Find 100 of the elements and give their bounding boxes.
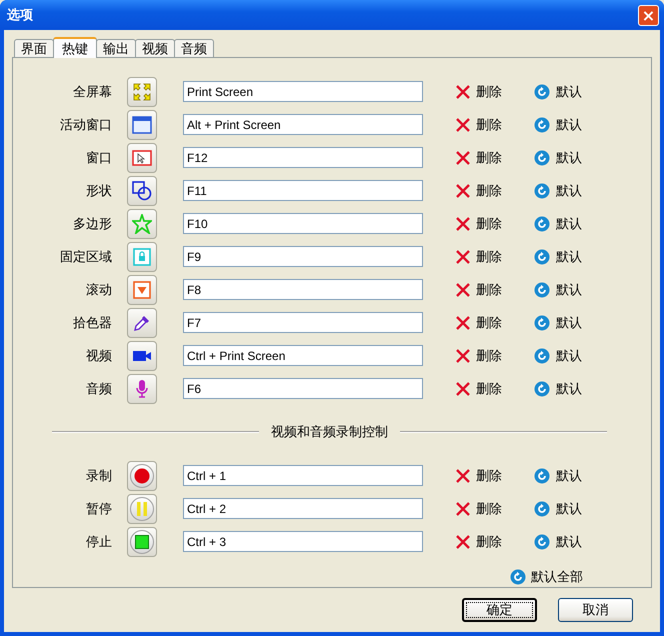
default-button[interactable]: 默认 <box>534 182 582 200</box>
default-all-button[interactable]: 默认全部 <box>510 568 583 586</box>
delete-icon <box>456 534 470 548</box>
tab[interactable]: 音频 <box>174 39 214 57</box>
capture-mode-button[interactable] <box>127 460 157 490</box>
hotkey-label: 全屏幕 <box>72 84 112 100</box>
capture-mode-button[interactable] <box>127 110 157 140</box>
reset-icon <box>534 216 550 232</box>
capture-mode-button[interactable] <box>127 308 157 338</box>
square-circle-icon <box>132 180 152 200</box>
hotkey-field[interactable]: Ctrl + 3 <box>183 531 423 552</box>
reset-icon <box>534 282 550 298</box>
default-button[interactable]: 默认 <box>534 346 582 364</box>
delete-button[interactable]: 删除 <box>456 280 528 298</box>
reset-icon <box>510 569 526 585</box>
hotkey-field[interactable]: F11 <box>183 180 423 201</box>
cursor-frame-icon <box>132 150 152 166</box>
close-button[interactable]: × <box>638 4 659 26</box>
hotkey-label: 音频 <box>85 380 112 398</box>
hotkey-field[interactable]: F6 <box>183 378 423 399</box>
delete-icon <box>456 468 470 482</box>
arrows-icon <box>133 82 151 100</box>
star-icon <box>132 214 152 234</box>
default-button[interactable]: 默认 <box>534 466 582 484</box>
delete-icon <box>456 84 470 98</box>
tab[interactable]: 输出 <box>96 39 136 57</box>
section-title: 视频和音频录制控制 <box>270 424 389 441</box>
hotkey-field[interactable]: Alt + Print Screen <box>183 114 423 135</box>
delete-button[interactable]: 删除 <box>456 500 528 518</box>
default-button[interactable]: 默认 <box>534 280 582 298</box>
hotkey-field[interactable]: Ctrl + Print Screen <box>183 345 423 366</box>
window-title: 选项 <box>7 7 34 24</box>
delete-button[interactable]: 删除 <box>456 182 528 200</box>
hotkey-field[interactable]: Print Screen <box>183 81 423 102</box>
tab[interactable]: 热键 <box>53 37 97 58</box>
lock-frame-icon <box>133 248 151 266</box>
default-button[interactable]: 默认 <box>534 214 582 232</box>
delete-button[interactable]: 删除 <box>456 466 528 484</box>
capture-mode-button[interactable] <box>127 76 157 106</box>
hotkey-label: 暂停 <box>85 500 112 518</box>
dialog-button[interactable]: 确定 <box>462 598 537 622</box>
delete-icon <box>456 316 470 330</box>
default-button[interactable]: 默认 <box>534 500 582 518</box>
reset-icon <box>534 84 550 100</box>
record-icon <box>134 468 150 484</box>
hotkey-field[interactable]: F7 <box>183 312 423 333</box>
capture-mode-button[interactable] <box>127 142 157 172</box>
eyedropper-icon <box>133 314 151 332</box>
reset-icon <box>534 348 550 364</box>
delete-button[interactable]: 删除 <box>456 314 528 332</box>
down-arrow-frame-icon <box>133 280 151 298</box>
delete-button[interactable]: 删除 <box>456 248 528 266</box>
hotkey-field[interactable]: F8 <box>183 279 423 300</box>
delete-icon <box>456 250 470 264</box>
hotkey-label: 拾色器 <box>72 314 112 332</box>
hotkey-field[interactable]: Ctrl + 1 <box>183 465 423 486</box>
hotkey-field[interactable]: F12 <box>183 147 423 168</box>
stop-icon <box>135 534 149 548</box>
default-button[interactable]: 默认 <box>534 82 582 100</box>
delete-button[interactable]: 删除 <box>456 532 528 550</box>
tab[interactable]: 界面 <box>14 39 54 57</box>
default-button[interactable]: 默认 <box>534 116 582 134</box>
reset-icon <box>534 116 550 132</box>
default-button[interactable]: 默认 <box>534 380 582 398</box>
default-button[interactable]: 默认 <box>534 248 582 266</box>
delete-icon <box>456 382 470 396</box>
hotkey-field[interactable]: Ctrl + 2 <box>183 498 423 519</box>
pause-icon <box>136 500 148 516</box>
delete-button[interactable]: 删除 <box>456 148 528 166</box>
delete-button[interactable]: 删除 <box>456 82 528 100</box>
reset-icon <box>534 182 550 198</box>
reset-icon <box>534 534 550 550</box>
hotkey-label: 活动窗口 <box>59 116 112 134</box>
hotkey-label: 多边形 <box>72 216 112 232</box>
capture-mode-button[interactable] <box>127 340 157 370</box>
microphone-icon <box>135 378 149 398</box>
default-button[interactable]: 默认 <box>534 148 582 166</box>
delete-button[interactable]: 删除 <box>456 346 528 364</box>
hotkey-label: 滚动 <box>85 282 112 298</box>
default-button[interactable]: 默认 <box>534 532 582 550</box>
delete-icon <box>456 118 470 132</box>
hotkey-label: 停止 <box>85 534 112 550</box>
dialog-button[interactable]: 取消 <box>558 598 633 622</box>
capture-mode-button[interactable] <box>127 374 157 404</box>
camera-icon <box>132 348 152 362</box>
reset-icon <box>534 380 550 396</box>
hotkey-label: 形状 <box>85 182 112 200</box>
capture-mode-button[interactable] <box>127 526 157 556</box>
capture-mode-button[interactable] <box>127 176 157 206</box>
hotkey-label: 视频 <box>85 348 112 364</box>
delete-icon <box>456 150 470 164</box>
delete-button[interactable]: 删除 <box>456 116 528 134</box>
tab[interactable]: 视频 <box>135 39 175 57</box>
default-button[interactable]: 默认 <box>534 314 582 332</box>
reset-icon <box>534 314 550 330</box>
hotkey-label: 固定区域 <box>59 248 112 266</box>
hotkey-field[interactable]: F9 <box>183 246 423 267</box>
delete-button[interactable]: 删除 <box>456 214 528 232</box>
hotkey-field[interactable]: F10 <box>183 213 423 234</box>
delete-button[interactable]: 删除 <box>456 380 528 398</box>
